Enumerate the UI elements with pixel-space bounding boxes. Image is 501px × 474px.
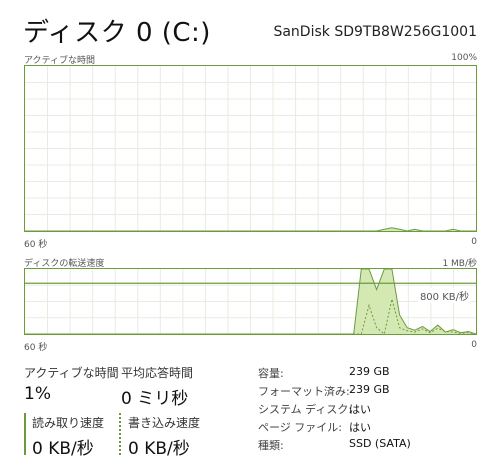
system-disk-label: システム ディスク: <box>258 403 353 416</box>
active-time-chart <box>24 65 477 232</box>
transfer-chart <box>24 268 477 335</box>
formatted-label: フォーマット済み: <box>258 385 350 398</box>
active-time-chart-max-label: 100% <box>451 53 477 63</box>
read-speed-stat-label: 読み取り速度 <box>32 416 105 430</box>
page-file-label: ページ ファイル: <box>258 421 342 434</box>
avg-response-stat-label: 平均応答時間 <box>121 366 194 380</box>
avg-response-stat-value: 0 ミリ秒 <box>121 389 189 409</box>
system-disk-value: はい <box>349 403 371 416</box>
active-time-chart-plot <box>25 66 476 231</box>
active-time-stat-label: アクティブな時間 <box>24 366 119 380</box>
transfer-chart-time-label: 60 秒 <box>24 343 48 353</box>
write-speed-stat-label: 書き込み速度 <box>128 416 201 430</box>
type-value: SSD (SATA) <box>349 437 411 450</box>
type-label: 種類: <box>258 439 284 452</box>
active-time-stat-value: 1% <box>24 384 51 404</box>
read-speed-indicator-bar <box>24 413 26 455</box>
capacity-label: 容量: <box>258 367 284 380</box>
transfer-chart-marker-label: 800 KB/秒 <box>417 288 471 303</box>
page-file-value: はい <box>349 421 371 434</box>
transfer-chart-min-label: 0 <box>471 340 477 350</box>
transfer-chart-plot <box>25 269 476 334</box>
capacity-value: 239 GB <box>349 365 390 378</box>
write-speed-indicator-bar <box>119 413 121 455</box>
read-speed-stat-value: 0 KB/秒 <box>32 439 94 459</box>
active-time-chart-min-label: 0 <box>471 237 477 247</box>
disk-model: SanDisk SD9TB8W256G1001 <box>273 24 477 40</box>
active-time-chart-time-label: 60 秒 <box>24 240 48 250</box>
formatted-value: 239 GB <box>349 383 390 396</box>
write-speed-stat-value: 0 KB/秒 <box>128 439 190 459</box>
page-title: ディスク 0 (C:) <box>23 18 211 48</box>
